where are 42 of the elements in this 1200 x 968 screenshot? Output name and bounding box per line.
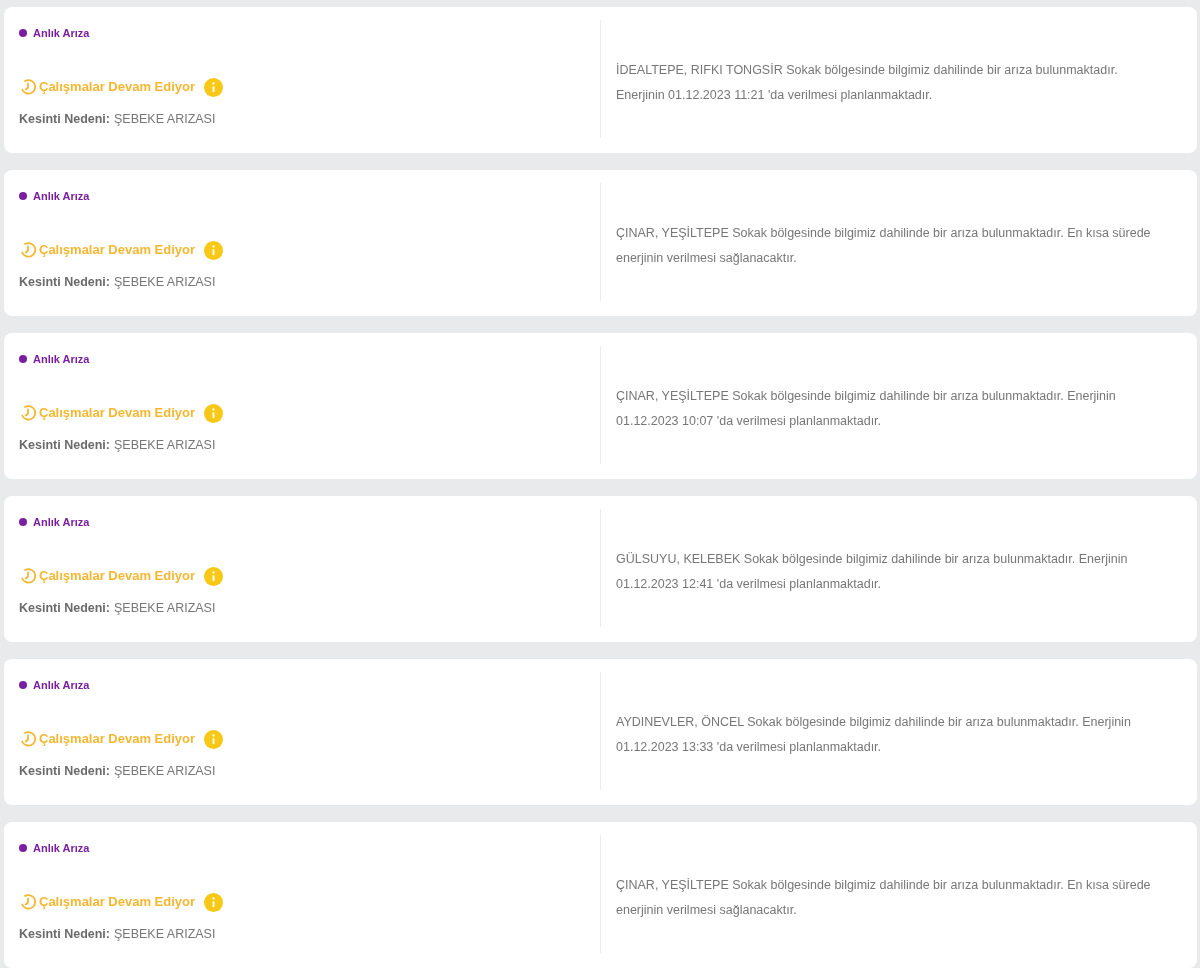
reason-value: ŞEBEKE ARIZASI: [114, 601, 216, 615]
clock-icon: [19, 730, 37, 748]
outage-description: ÇINAR, YEŞİLTEPE Sokak bölgesinde bilgimiz dahilinde bir arıza bulunmaktadır. En kısa sürede enerjinin verilmesi sağlanacaktır.: [616, 225, 1152, 267]
reason-label: Kesinti Nedeni:: [19, 438, 110, 452]
outage-type: Anlık Arıza: [33, 841, 90, 855]
outage-description: ÇINAR, YEŞİLTEPE Sokak bölgesinde bilgimiz dahilinde bir arıza bulunmaktadır. Enerjinin 01.12.2023 10:07 'da verilmesi planlanmaktadır.: [616, 388, 1117, 430]
reason-label: Kesinti Nedeni:: [19, 112, 110, 126]
outage-type: Anlık Arıza: [33, 189, 90, 203]
info-icon[interactable]: [204, 403, 224, 423]
status-text: Çalışmalar Devam Ediyor: [39, 893, 196, 911]
info-icon[interactable]: [204, 240, 224, 260]
outage-type: Anlık Arıza: [33, 352, 90, 366]
info-icon[interactable]: [204, 77, 224, 97]
clock-icon: [19, 893, 37, 911]
reason-label: Kesinti Nedeni:: [19, 275, 110, 289]
reason-label: Kesinti Nedeni:: [19, 764, 110, 778]
outage-type: Anlık Arıza: [33, 515, 90, 529]
info-icon[interactable]: [204, 729, 224, 749]
reason-value: ŞEBEKE ARIZASI: [114, 275, 216, 289]
outage-description: ÇINAR, YEŞİLTEPE Sokak bölgesinde bilgimiz dahilinde bir arıza bulunmaktadır. En kısa sürede enerjinin verilmesi sağlanacaktır.: [616, 877, 1152, 919]
status-text: Çalışmalar Devam Ediyor: [39, 78, 196, 96]
clock-icon: [19, 567, 37, 585]
reason-value: ŞEBEKE ARIZASI: [114, 112, 216, 126]
info-icon[interactable]: [204, 566, 224, 586]
clock-icon: [19, 404, 37, 422]
status-text: Çalışmalar Devam Ediyor: [39, 730, 196, 748]
reason-value: ŞEBEKE ARIZASI: [114, 927, 216, 941]
clock-icon: [19, 78, 37, 96]
info-icon[interactable]: [204, 892, 224, 912]
reason-value: ŞEBEKE ARIZASI: [114, 438, 216, 452]
reason-label: Kesinti Nedeni:: [19, 601, 110, 615]
outage-description: AYDINEVLER, ÖNCEL Sokak bölgesinde bilgimiz dahilinde bir arıza bulunmaktadır. Enerjinin 01.12.2023 13:33 'da verilmesi planlanmaktadır.: [616, 714, 1132, 756]
outage-type: Anlık Arıza: [33, 26, 90, 40]
reason-label: Kesinti Nedeni:: [19, 927, 110, 941]
reason-value: ŞEBEKE ARIZASI: [114, 764, 216, 778]
clock-icon: [19, 241, 37, 259]
outage-type: Anlık Arıza: [33, 678, 90, 692]
status-text: Çalışmalar Devam Ediyor: [39, 241, 196, 259]
outage-description: GÜLSUYU, KELEBEK Sokak bölgesinde bilgimiz dahilinde bir arıza bulunmaktadır. Enerjinin 01.12.2023 12:41 'da verilmesi planlanmaktadır.: [616, 551, 1129, 593]
outage-description: İDEALTEPE, RIFKI TONGSİR Sokak bölgesinde bilgimiz dahilinde bir arıza bulunmaktadır. Enerjinin 01.12.2023 11:21 'da verilmesi planlanmaktadır.: [616, 62, 1119, 104]
status-text: Çalışmalar Devam Ediyor: [39, 567, 196, 585]
status-text: Çalışmalar Devam Ediyor: [39, 404, 196, 422]
